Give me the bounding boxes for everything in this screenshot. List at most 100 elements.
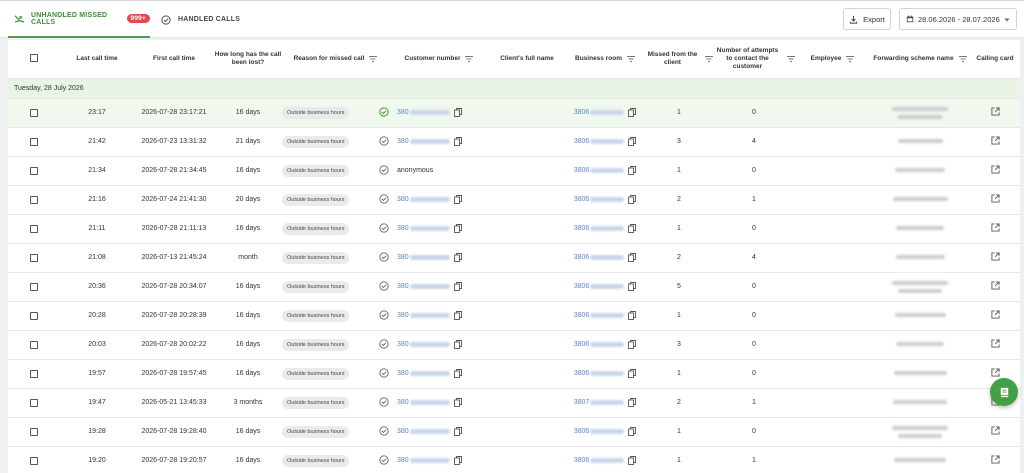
business-room-link[interactable]: 3807 — [574, 399, 590, 406]
copy-icon[interactable] — [628, 456, 637, 465]
tab-handled-calls[interactable]: HANDLED CALLS — [158, 1, 240, 38]
row-select-cell[interactable] — [8, 214, 60, 244]
copy-icon[interactable] — [628, 195, 637, 204]
open-external-icon[interactable] — [990, 223, 1000, 232]
copy-icon[interactable] — [628, 166, 637, 175]
row-checkbox[interactable] — [30, 253, 38, 262]
business-room-link[interactable]: 3806 — [574, 283, 590, 290]
row-checkbox[interactable] — [30, 427, 38, 436]
mark-handled-icon[interactable] — [379, 426, 390, 436]
table-row[interactable]: 21:16 2026-07-24 21:41:30 20 days Outsid… — [8, 185, 1020, 215]
filter-icon[interactable] — [958, 55, 967, 62]
handled-check-icon[interactable] — [379, 106, 390, 117]
filter-icon[interactable] — [787, 55, 795, 62]
customer-number-link[interactable]: 380 — [397, 254, 409, 261]
customer-number-link[interactable]: 380 — [397, 196, 409, 203]
filter-icon[interactable] — [846, 55, 855, 62]
business-room-link[interactable]: 3806 — [574, 167, 590, 174]
customer-number-link[interactable]: 380 — [397, 399, 409, 406]
business-room-link[interactable]: 3806 — [574, 370, 590, 377]
business-room-link[interactable]: 3806 — [574, 109, 590, 116]
filter-icon[interactable] — [626, 55, 635, 62]
copy-icon[interactable] — [453, 195, 462, 204]
row-checkbox[interactable] — [30, 224, 38, 233]
open-external-icon[interactable] — [990, 310, 1000, 319]
export-button[interactable]: Export — [843, 8, 891, 30]
filter-icon[interactable] — [705, 55, 713, 62]
customer-number-link[interactable]: 380 — [397, 283, 409, 290]
table-row[interactable]: 23:17 2026-07-28 23:17:21 16 days Outsid… — [8, 98, 1020, 128]
open-external-icon[interactable] — [990, 455, 1000, 464]
copy-icon[interactable] — [628, 108, 637, 117]
business-room-link[interactable]: 3806 — [574, 312, 590, 319]
copy-icon[interactable] — [628, 282, 637, 291]
customer-number-link[interactable]: 380 — [397, 428, 409, 435]
row-select-cell[interactable] — [8, 388, 60, 418]
copy-icon[interactable] — [628, 340, 637, 349]
row-checkbox[interactable] — [30, 108, 38, 117]
copy-icon[interactable] — [453, 311, 462, 320]
table-row[interactable]: 19:28 2026-07-28 19:28:40 16 days Outsid… — [8, 417, 1020, 447]
business-room-link[interactable]: 3806 — [574, 457, 590, 464]
business-room-link[interactable]: 3806 — [574, 254, 590, 261]
mark-handled-icon[interactable] — [379, 455, 390, 465]
copy-icon[interactable] — [453, 369, 462, 378]
table-row[interactable]: 21:34 2026-07-28 21:34:45 16 days Outsid… — [8, 156, 1020, 186]
row-select-cell[interactable] — [8, 272, 60, 302]
copy-icon[interactable] — [628, 369, 637, 378]
notes-button[interactable] — [990, 378, 1018, 406]
row-select-cell[interactable] — [8, 127, 60, 157]
open-external-icon[interactable] — [990, 368, 1000, 377]
copy-icon[interactable] — [453, 253, 462, 262]
row-checkbox[interactable] — [30, 311, 38, 320]
row-select-cell[interactable] — [8, 330, 60, 360]
row-select-cell[interactable] — [8, 301, 60, 331]
open-external-icon[interactable] — [990, 281, 1000, 290]
mark-handled-icon[interactable] — [379, 194, 390, 204]
row-select-cell[interactable] — [8, 417, 60, 447]
open-external-icon[interactable] — [990, 107, 1000, 116]
row-select-cell[interactable] — [8, 185, 60, 215]
customer-number-link[interactable]: 380 — [397, 225, 409, 232]
mark-handled-icon[interactable] — [379, 165, 390, 175]
select-all-checkbox[interactable] — [30, 54, 38, 63]
row-select-cell[interactable] — [8, 446, 60, 473]
copy-icon[interactable] — [628, 427, 637, 436]
mark-handled-icon[interactable] — [379, 339, 390, 349]
row-checkbox[interactable] — [30, 195, 38, 204]
filter-icon[interactable] — [465, 55, 474, 62]
mark-handled-icon[interactable] — [379, 368, 390, 378]
customer-number-link[interactable]: 380 — [397, 138, 409, 145]
row-checkbox[interactable] — [30, 166, 38, 175]
open-external-icon[interactable] — [990, 165, 1000, 174]
copy-icon[interactable] — [628, 137, 637, 146]
copy-icon[interactable] — [453, 456, 462, 465]
row-select-cell[interactable] — [8, 243, 60, 273]
row-select-cell[interactable] — [8, 359, 60, 389]
mark-handled-icon[interactable] — [379, 252, 390, 262]
copy-icon[interactable] — [453, 137, 462, 146]
row-checkbox[interactable] — [30, 369, 38, 378]
customer-number-link[interactable]: 380 — [397, 457, 409, 464]
row-select-cell[interactable] — [8, 98, 60, 128]
customer-number-link[interactable]: 380 — [397, 109, 409, 116]
open-external-icon[interactable] — [990, 136, 1000, 145]
row-checkbox[interactable] — [30, 340, 38, 349]
mark-handled-icon[interactable] — [379, 281, 390, 291]
copy-icon[interactable] — [628, 398, 637, 407]
header-select-all[interactable] — [8, 40, 60, 79]
copy-icon[interactable] — [628, 311, 637, 320]
copy-icon[interactable] — [453, 398, 462, 407]
row-checkbox[interactable] — [30, 282, 38, 291]
business-room-link[interactable]: 3806 — [574, 428, 590, 435]
business-room-link[interactable]: 3806 — [574, 138, 590, 145]
open-external-icon[interactable] — [990, 426, 1000, 435]
row-select-cell[interactable] — [8, 156, 60, 186]
open-external-icon[interactable] — [990, 339, 1000, 348]
copy-icon[interactable] — [453, 108, 462, 117]
table-row[interactable]: 21:42 2026-07-23 13:31:32 21 days Outsid… — [8, 127, 1020, 157]
copy-icon[interactable] — [453, 224, 462, 233]
mark-handled-icon[interactable] — [379, 397, 390, 407]
table-row[interactable]: 20:28 2026-07-28 20:28:39 16 days Outsid… — [8, 301, 1020, 331]
open-external-icon[interactable] — [990, 194, 1000, 203]
